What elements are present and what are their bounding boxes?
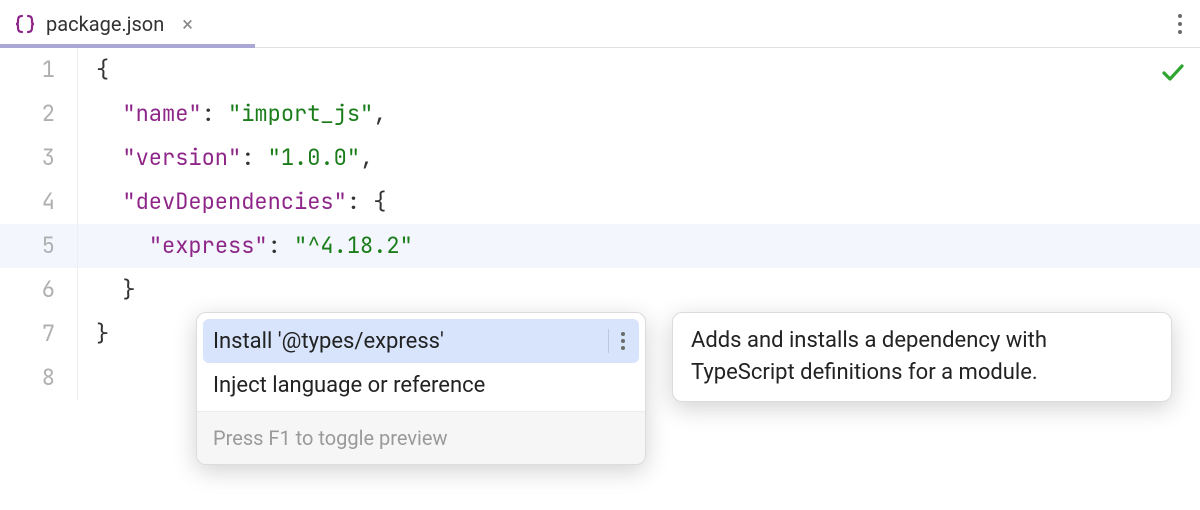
intention-action-install-types[interactable]: Install '@types/express' <box>203 319 639 363</box>
file-tab[interactable]: package.json × <box>0 0 209 47</box>
code-token: { <box>96 55 109 84</box>
line-number: 1 <box>0 48 55 92</box>
code-token: } <box>96 319 109 348</box>
code-token: "version" <box>122 143 241 172</box>
code-token: : <box>202 99 228 128</box>
line-number: 2 <box>0 92 55 136</box>
popup-hint: Press F1 to toggle preview <box>197 411 645 464</box>
intention-action-more-icon[interactable] <box>608 329 629 353</box>
line-number-gutter: 1 2 3 4 5 6 7 8 <box>0 48 78 400</box>
code-token: "devDependencies" <box>122 187 346 216</box>
line-number: 3 <box>0 136 55 180</box>
code-token: : { <box>347 187 387 216</box>
line-number: 5 <box>0 224 55 268</box>
line-number: 4 <box>0 180 55 224</box>
tab-filename: package.json <box>46 12 164 36</box>
intention-actions-popup: Install '@types/express' Inject language… <box>196 312 646 465</box>
intention-action-inject-language[interactable]: Inject language or reference <box>203 363 639 407</box>
tab-options-menu[interactable] <box>1178 14 1182 34</box>
code-token: , <box>373 99 386 128</box>
intention-action-label: Install '@types/express' <box>213 329 608 354</box>
tab-bar: package.json × <box>0 0 1200 48</box>
line-number: 7 <box>0 312 55 356</box>
code-token: : <box>268 231 294 260</box>
inspection-ok-icon[interactable] <box>1160 60 1186 90</box>
code-token: } <box>122 275 135 304</box>
json-file-icon <box>14 13 36 35</box>
line-number: 6 <box>0 268 55 312</box>
intention-action-label: Inject language or reference <box>213 373 629 398</box>
code-token: "^4.18.2" <box>294 231 413 260</box>
code-token: , <box>360 143 373 172</box>
code-token: "import_js" <box>228 99 373 128</box>
code-token: "express" <box>149 231 268 260</box>
code-token: : <box>241 143 267 172</box>
tooltip-text: Adds and installs a dependency with Type… <box>691 328 1047 385</box>
line-number: 8 <box>0 356 55 400</box>
code-token: "1.0.0" <box>268 143 360 172</box>
code-token: "name" <box>122 99 201 128</box>
close-tab-icon[interactable]: × <box>182 12 193 36</box>
intention-description-tooltip: Adds and installs a dependency with Type… <box>672 312 1172 402</box>
